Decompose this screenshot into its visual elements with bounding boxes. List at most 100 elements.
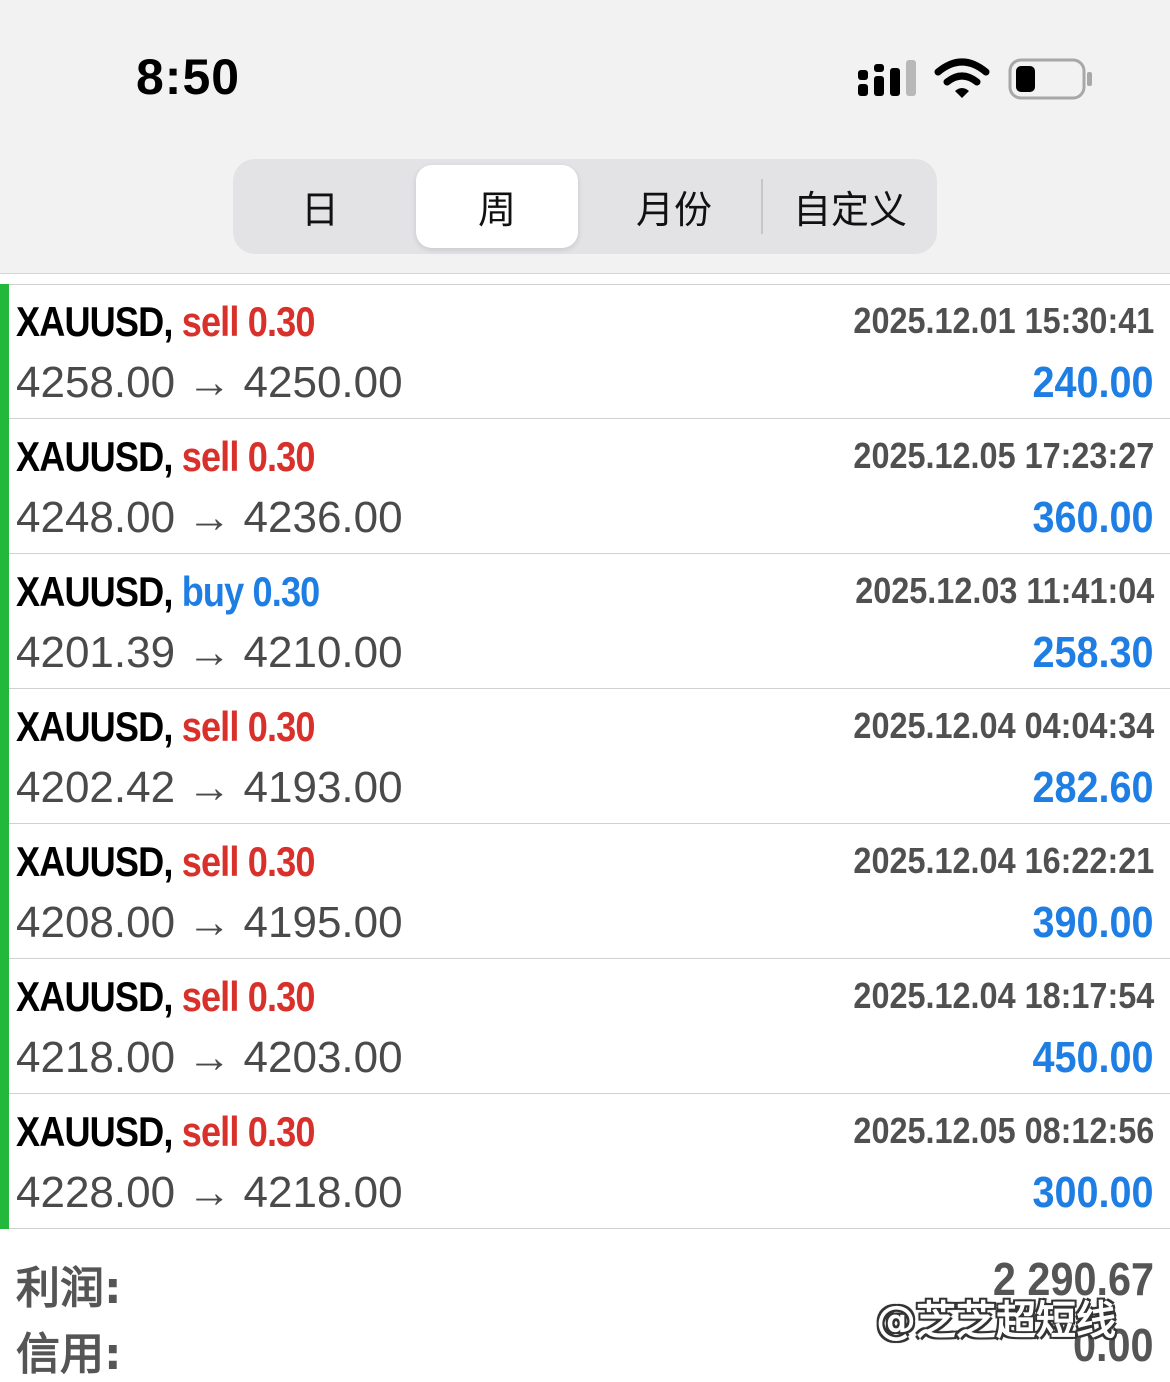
trade-row[interactable]: XAUUSD, sell 0.30 2025.12.05 08:12:56 4228… [0, 1094, 1170, 1229]
trade-symbol: XAUUSD, [16, 433, 173, 480]
trade-datetime: 2025.12.01 15:30:41 [853, 300, 1154, 341]
trade-title: XAUUSD, sell 0.30 [16, 703, 315, 751]
close-price: 4250.00 [243, 358, 403, 407]
trade-datetime: 2025.12.05 17:23:27 [853, 435, 1154, 476]
trade-prices: 4258.00 → 4250.00 [16, 358, 403, 408]
trade-row[interactable]: XAUUSD, buy 0.30 2025.12.03 11:41:04 4201.… [0, 554, 1170, 689]
trade-symbol: XAUUSD, [16, 298, 173, 345]
trade-indicator-bar [0, 959, 9, 1094]
wifi-icon [934, 58, 990, 98]
trade-row[interactable]: XAUUSD, sell 0.30 2025.12.04 04:04:34 4202… [0, 689, 1170, 824]
trade-profit: 258.30 [1032, 628, 1154, 677]
trade-side: sell [181, 298, 240, 345]
close-price: 4236.00 [243, 493, 403, 542]
trade-profit: 360.00 [1032, 493, 1154, 542]
arrow-right-icon: → [187, 1033, 232, 1082]
cellular-signal-icon [858, 60, 916, 96]
trade-indicator-bar [0, 1094, 9, 1229]
tab-month[interactable]: 月份 [593, 165, 755, 248]
trade-profit: 390.00 [1032, 898, 1154, 947]
trade-prices: 4248.00 → 4236.00 [16, 493, 403, 543]
trade-volume: 0.30 [247, 838, 316, 885]
trade-datetime: 2025.12.03 11:41:04 [854, 570, 1154, 611]
trade-volume: 0.30 [252, 568, 321, 615]
open-price: 4228.00 [16, 1168, 176, 1217]
trade-prices: 4202.42 → 4193.00 [16, 763, 403, 813]
period-segmented-control: 日 周 月份 自定义 [233, 159, 937, 254]
trade-side: sell [181, 838, 240, 885]
trade-datetime: 2025.12.05 08:12:56 [853, 1110, 1154, 1151]
tab-day[interactable]: 日 [239, 165, 401, 248]
trade-profit: 282.60 [1032, 763, 1154, 812]
trade-row[interactable]: XAUUSD, sell 0.30 2025.12.01 15:30:41 4258… [0, 284, 1170, 419]
arrow-right-icon: → [187, 628, 232, 677]
arrow-right-icon: → [187, 1168, 232, 1217]
open-price: 4208.00 [16, 898, 176, 947]
trade-indicator-bar [0, 284, 9, 419]
trade-prices: 4228.00 → 4218.00 [16, 1168, 403, 1218]
trade-datetime: 2025.12.04 04:04:34 [853, 705, 1154, 746]
trade-profit: 450.00 [1032, 1033, 1154, 1082]
trade-volume: 0.30 [247, 973, 316, 1020]
profit-label: 利润: [16, 1263, 122, 1314]
tab-week[interactable]: 周 [416, 165, 578, 248]
trade-prices: 4201.39 → 4210.00 [16, 628, 403, 678]
trade-side: sell [181, 973, 240, 1020]
trade-title: XAUUSD, sell 0.30 [16, 433, 315, 481]
open-price: 4258.00 [16, 358, 176, 407]
trade-symbol: XAUUSD, [16, 568, 173, 615]
trade-title: XAUUSD, buy 0.30 [16, 568, 321, 616]
trade-side: sell [181, 1108, 240, 1155]
trade-profit: 300.00 [1032, 1168, 1154, 1217]
trade-title: XAUUSD, sell 0.30 [16, 298, 315, 346]
arrow-right-icon: → [187, 898, 232, 947]
trade-indicator-bar [0, 824, 9, 959]
trade-volume: 0.30 [247, 298, 316, 345]
close-price: 4218.00 [243, 1168, 403, 1217]
trade-symbol: XAUUSD, [16, 1108, 173, 1155]
open-price: 4218.00 [16, 1033, 176, 1082]
trade-volume: 0.30 [247, 703, 316, 750]
trade-indicator-bar [0, 554, 9, 689]
trade-title: XAUUSD, sell 0.30 [16, 973, 315, 1021]
trade-symbol: XAUUSD, [16, 703, 173, 750]
trade-side: buy [181, 568, 244, 615]
trade-symbol: XAUUSD, [16, 838, 173, 885]
trade-datetime: 2025.12.04 18:17:54 [853, 975, 1154, 1016]
credit-label: 信用: [16, 1329, 122, 1380]
open-price: 4202.42 [16, 763, 176, 812]
trade-row[interactable]: XAUUSD, sell 0.30 2025.12.04 18:17:54 4218… [0, 959, 1170, 1094]
trade-row[interactable]: XAUUSD, sell 0.30 2025.12.04 16:22:21 4208… [0, 824, 1170, 959]
trade-volume: 0.30 [247, 1108, 316, 1155]
battery-icon [1008, 58, 1092, 100]
close-price: 4193.00 [243, 763, 403, 812]
trade-indicator-bar [0, 419, 9, 554]
trade-indicator-bar [0, 689, 9, 824]
trade-prices: 4218.00 → 4203.00 [16, 1033, 403, 1083]
trade-symbol: XAUUSD, [16, 973, 173, 1020]
close-price: 4195.00 [243, 898, 403, 947]
watermark: @芝芝超短线 [876, 1298, 1116, 1344]
arrow-right-icon: → [187, 493, 232, 542]
trade-prices: 4208.00 → 4195.00 [16, 898, 403, 948]
open-price: 4248.00 [16, 493, 176, 542]
trade-datetime: 2025.12.04 16:22:21 [853, 840, 1154, 881]
trade-title: XAUUSD, sell 0.30 [16, 1108, 315, 1156]
trade-history-list: XAUUSD, sell 0.30 2025.12.01 15:30:41 4258… [0, 284, 1170, 1229]
arrow-right-icon: → [187, 763, 232, 812]
close-price: 4203.00 [243, 1033, 403, 1082]
trade-side: sell [181, 703, 240, 750]
trade-volume: 0.30 [247, 433, 316, 480]
close-price: 4210.00 [243, 628, 403, 677]
header: 8:50 日 周 月份 自定义 [0, 0, 1170, 274]
status-icons [850, 54, 1100, 102]
trade-title: XAUUSD, sell 0.30 [16, 838, 315, 886]
open-price: 4201.39 [16, 628, 176, 677]
segment-divider [761, 179, 763, 234]
arrow-right-icon: → [187, 358, 232, 407]
trade-row[interactable]: XAUUSD, sell 0.30 2025.12.05 17:23:27 4248… [0, 419, 1170, 554]
tab-custom[interactable]: 自定义 [769, 165, 931, 248]
status-time: 8:50 [136, 49, 241, 105]
trade-side: sell [181, 433, 240, 480]
trade-profit: 240.00 [1032, 358, 1154, 407]
